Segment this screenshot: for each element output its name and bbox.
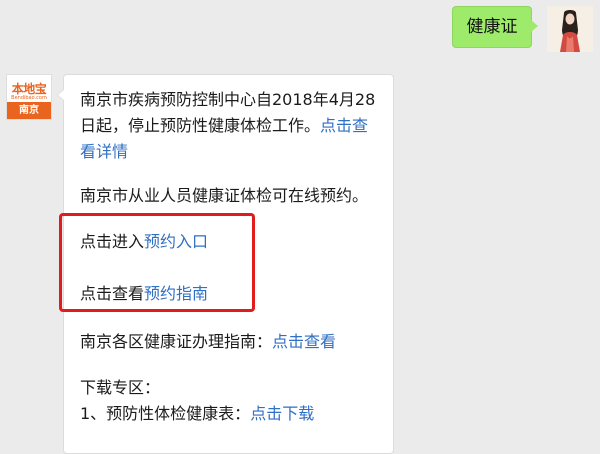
download-heading: 下载专区： [80, 378, 161, 397]
notice-line-3: 看详情 [80, 139, 386, 165]
notice-line-2: 日起，停止预防性健康体检工作。点击查 [80, 113, 386, 139]
notice-line-1: 南京市疾病预防控制中心自2018年4月28 [80, 90, 376, 109]
district-guide-prefix: 南京各区健康证办理指南： [80, 332, 273, 351]
download-health-form-link[interactable]: 点击下载 [250, 404, 314, 423]
chat-window: 健康证 本地宝 Bendibao.com 南京 南京市疾病预防控制中心自2018… [0, 0, 600, 454]
user-avatar[interactable] [547, 6, 593, 52]
view-details-link[interactable]: 点击查 [320, 116, 368, 135]
online-booking-notice: 南京市从业人员健康证体检可在线预约。 [80, 186, 369, 205]
bendibao-account-avatar[interactable]: 本地宝 Bendibao.com 南京 [6, 74, 52, 120]
notice-line-2-text: 日起，停止预防性健康体检工作。 [80, 116, 321, 135]
download-item: 1、预防性体检健康表：点击下载 [80, 401, 386, 427]
user-message-bubble[interactable]: 健康证 [452, 6, 538, 48]
district-guide-line: 南京各区健康证办理指南：点击查看 [80, 329, 386, 355]
highlight-annotation-box [59, 213, 255, 312]
download-item-label: 1、预防性体检健康表： [80, 404, 251, 423]
view-details-link-continued[interactable]: 看详情 [80, 142, 128, 161]
account-city-label: 南京 [7, 102, 51, 119]
bendibao-logo-subtitle: Bendibao.com [11, 95, 47, 101]
district-guide-link[interactable]: 点击查看 [272, 332, 336, 351]
